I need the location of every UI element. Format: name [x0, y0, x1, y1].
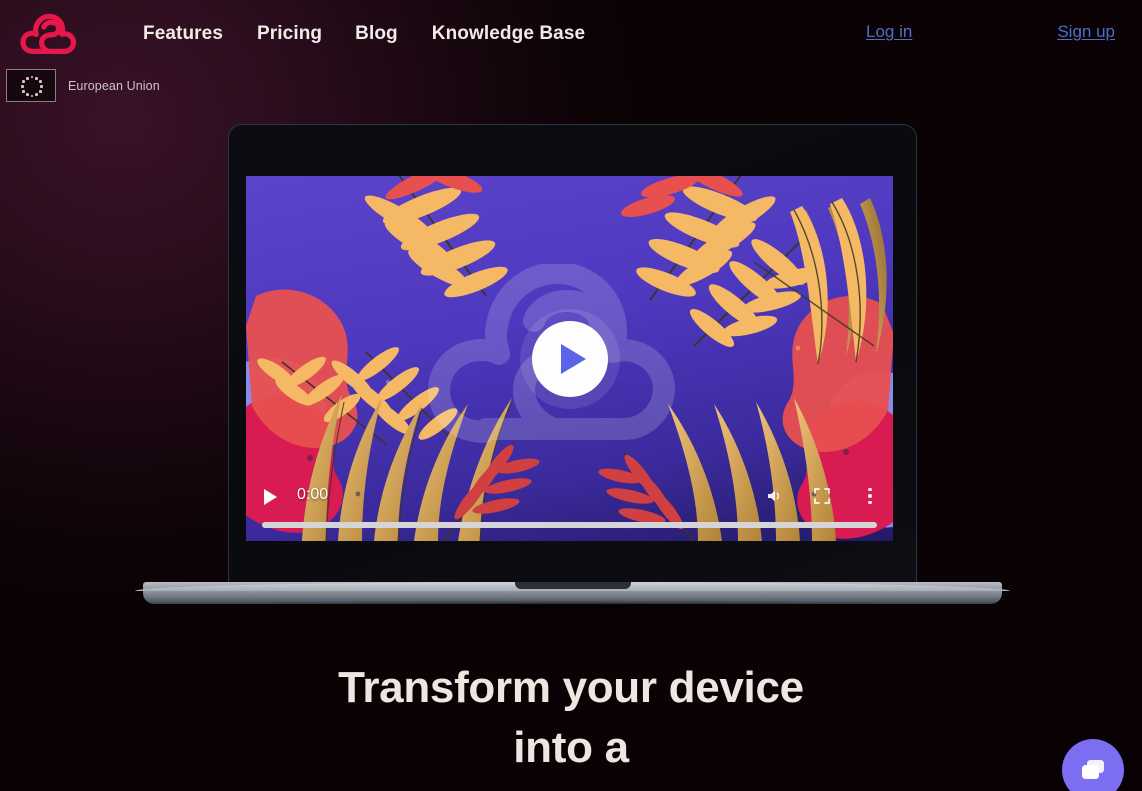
auth-links: Log in Sign up [842, 22, 1142, 50]
european-union-label: European Union [68, 78, 160, 93]
video-artwork: 0:00 [246, 176, 893, 541]
volume-icon[interactable] [765, 487, 783, 505]
eu-star [38, 80, 42, 84]
page-title: Transform your device into a [0, 658, 1142, 778]
laptop-mockup: 0:00 [135, 124, 1010, 614]
brand-logo[interactable] [20, 10, 86, 56]
video-player[interactable]: 0:00 [246, 176, 893, 541]
eu-star [38, 89, 42, 93]
signup-link[interactable]: Sign up [1057, 22, 1115, 42]
current-time-label: 0:00 [297, 486, 329, 503]
video-controls-right [765, 487, 879, 505]
play-icon[interactable] [264, 489, 277, 505]
more-options-icon[interactable] [861, 487, 879, 505]
eu-star [35, 93, 39, 97]
nav-link-pricing[interactable]: Pricing [257, 23, 322, 45]
cloud-logo-icon [20, 13, 77, 55]
landing-page: Features Pricing Blog Knowledge Base Log… [0, 0, 1142, 791]
eu-star [21, 85, 24, 88]
site-header: Features Pricing Blog Knowledge Base Log… [0, 0, 1142, 76]
european-union-flag-icon [6, 69, 56, 102]
nav-link-features[interactable]: Features [143, 23, 223, 45]
european-union-badge: European Union [6, 69, 160, 102]
eu-star [22, 89, 26, 93]
eu-star [25, 93, 29, 97]
play-overlay-icon [560, 343, 586, 374]
login-link[interactable]: Log in [866, 22, 912, 42]
fullscreen-icon[interactable] [813, 487, 831, 505]
headline-line-1: Transform your device [338, 663, 804, 712]
video-controls: 0:00 [246, 479, 893, 541]
laptop-shadow [168, 600, 978, 614]
eu-star [40, 85, 43, 88]
eu-star [30, 94, 34, 98]
nav-link-blog[interactable]: Blog [355, 23, 398, 45]
play-overlay-button[interactable] [531, 320, 608, 397]
eu-star [25, 76, 29, 80]
main-navigation: Features Pricing Blog Knowledge Base [143, 23, 585, 45]
nav-link-knowledge-base[interactable]: Knowledge Base [432, 23, 585, 45]
eu-star [30, 75, 34, 79]
eu-star [22, 80, 26, 84]
headline-line-2: into a [513, 723, 629, 772]
laptop-base-notch [514, 582, 631, 589]
eu-star [35, 76, 39, 80]
chat-bubble-icon [1082, 760, 1104, 779]
video-progress-bar[interactable] [262, 522, 877, 528]
